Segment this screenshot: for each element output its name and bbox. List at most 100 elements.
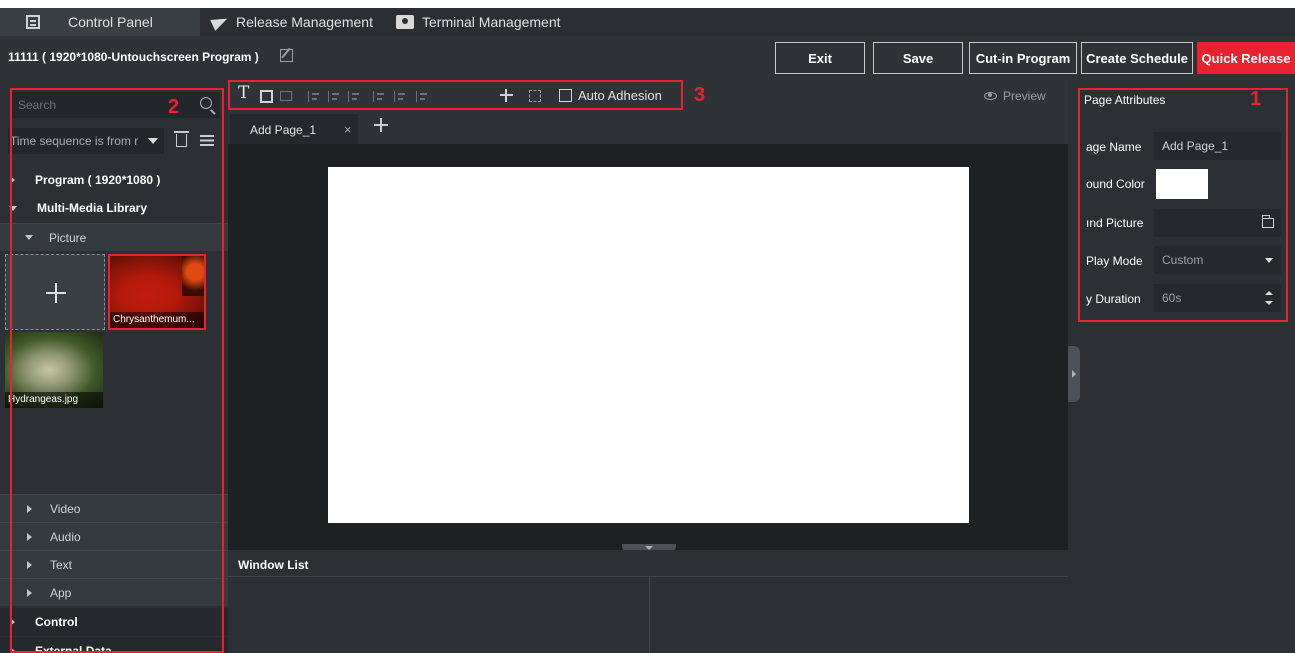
expand-icon bbox=[27, 532, 32, 541]
align-center-icon[interactable] bbox=[328, 91, 340, 102]
tree-item-picture-label: Picture bbox=[49, 230, 87, 245]
background-color-label: ound Color bbox=[1086, 177, 1145, 191]
tab-control-panel[interactable]: Control Panel bbox=[0, 8, 200, 36]
time-sequence-value: Time sequence is from r bbox=[10, 134, 139, 148]
tree-item-audio[interactable]: Audio bbox=[0, 522, 228, 550]
create-schedule-button[interactable]: Create Schedule bbox=[1081, 42, 1193, 74]
auto-adhesion-checkbox[interactable] bbox=[559, 89, 572, 102]
media-thumbnail-label: Hydrangeas.jpg bbox=[5, 392, 103, 408]
tab-terminal-management-label: Terminal Management bbox=[422, 14, 561, 30]
cut-in-program-button[interactable]: Cut-in Program bbox=[969, 42, 1077, 74]
window-tool-icon[interactable] bbox=[260, 90, 273, 103]
window-list-divider bbox=[649, 576, 650, 653]
close-icon[interactable]: × bbox=[344, 122, 352, 137]
time-sequence-dropdown[interactable]: Time sequence is from r bbox=[8, 128, 164, 154]
align-bottom-icon[interactable] bbox=[416, 91, 428, 102]
search-placeholder: Search bbox=[18, 98, 57, 112]
tree-item-app-label: App bbox=[50, 585, 72, 600]
search-input[interactable]: Search bbox=[10, 92, 220, 118]
play-duration-label: y Duration bbox=[1086, 292, 1141, 306]
align-top-icon[interactable] bbox=[373, 91, 385, 102]
tree-item-program[interactable]: Program ( 1920*1080 ) bbox=[0, 166, 228, 194]
expand-icon bbox=[10, 647, 15, 653]
page-tabs-bar: Add Page_1 × bbox=[228, 112, 1068, 144]
tree-item-app[interactable]: App bbox=[0, 578, 228, 606]
play-mode-dropdown[interactable]: Custom bbox=[1154, 246, 1281, 274]
chevron-down-icon bbox=[148, 138, 158, 144]
window-list-title: Window List bbox=[238, 558, 309, 572]
play-duration-stepper[interactable]: 60s bbox=[1154, 284, 1281, 312]
save-button[interactable]: Save bbox=[873, 42, 963, 74]
eye-icon bbox=[984, 92, 997, 100]
widget-tool-icon[interactable] bbox=[280, 91, 292, 101]
expand-icon bbox=[10, 618, 15, 626]
exit-button[interactable]: Exit bbox=[775, 42, 865, 74]
collapse-icon bbox=[9, 205, 17, 211]
left-panel: Search Time sequence is from r Program (… bbox=[0, 80, 228, 653]
side-collapse-handle[interactable] bbox=[1068, 346, 1080, 402]
move-icon[interactable] bbox=[500, 89, 513, 102]
media-thumbnail[interactable]: Chrysanthemum... bbox=[108, 254, 206, 330]
background-color-swatch[interactable] bbox=[1156, 169, 1208, 199]
window-list-body bbox=[228, 576, 1068, 653]
top-tab-bar: Control Panel Release Management Termina… bbox=[0, 0, 1295, 36]
top-tab-bar-background: Control Panel Release Management Termina… bbox=[0, 8, 1295, 36]
preview-label: Preview bbox=[1003, 89, 1046, 103]
tree-item-external-data[interactable]: External Data bbox=[0, 637, 228, 653]
trash-icon[interactable] bbox=[174, 131, 189, 147]
tab-release-management-label: Release Management bbox=[236, 14, 373, 30]
program-header: 11111 ( 1920*1080-Untouchscreen Program … bbox=[0, 36, 1295, 80]
tree-item-control-label: Control bbox=[35, 615, 78, 629]
tree-item-text-label: Text bbox=[50, 557, 73, 572]
media-thumbnail-label: Chrysanthemum... bbox=[110, 312, 204, 328]
page-name-field[interactable]: Add Page_1 bbox=[1154, 132, 1281, 160]
collapse-icon bbox=[25, 235, 33, 240]
tree-item-video[interactable]: Video bbox=[0, 494, 228, 522]
tree-item-video-label: Video bbox=[50, 501, 81, 516]
preview-button[interactable]: Preview bbox=[984, 89, 1046, 103]
tab-add-page-1[interactable]: Add Page_1 × bbox=[230, 114, 358, 144]
page-attributes-title: Page Attributes bbox=[1084, 93, 1166, 107]
play-duration-value: 60s bbox=[1162, 291, 1182, 305]
add-media-button[interactable] bbox=[5, 254, 105, 330]
page-name-label: age Name bbox=[1086, 140, 1142, 154]
auto-adhesion-label: Auto Adhesion bbox=[578, 88, 662, 103]
tab-release-management[interactable]: Release Management bbox=[210, 8, 390, 36]
panel-icon bbox=[26, 15, 40, 29]
page-canvas[interactable] bbox=[328, 167, 969, 523]
align-middle-icon[interactable] bbox=[394, 91, 406, 102]
edit-icon[interactable] bbox=[280, 49, 293, 62]
background-picture-field[interactable] bbox=[1154, 209, 1281, 237]
list-icon[interactable] bbox=[200, 135, 214, 146]
align-left-icon[interactable] bbox=[308, 91, 320, 102]
align-right-icon[interactable] bbox=[348, 91, 360, 102]
tree-item-text[interactable]: Text bbox=[0, 550, 228, 578]
annotation-number-1: 1 bbox=[1250, 88, 1262, 110]
terminal-icon bbox=[396, 15, 414, 29]
quick-release-button[interactable]: Quick Release bbox=[1197, 42, 1295, 74]
tab-terminal-management[interactable]: Terminal Management bbox=[396, 8, 586, 36]
play-mode-value: Custom bbox=[1162, 253, 1204, 267]
tree-item-picture[interactable]: Picture bbox=[0, 223, 228, 251]
folder-icon[interactable] bbox=[1261, 215, 1274, 228]
annotation-number-2: 2 bbox=[168, 96, 180, 118]
fit-screen-icon[interactable] bbox=[529, 90, 541, 102]
spinner-icon[interactable] bbox=[1265, 291, 1273, 305]
tree-item-multimedia-library[interactable]: Multi-Media Library bbox=[0, 194, 228, 222]
page-tab-label: Add Page_1 bbox=[250, 123, 317, 137]
expand-icon bbox=[27, 560, 32, 569]
tree-item-library-label: Multi-Media Library bbox=[37, 201, 148, 215]
search-icon[interactable] bbox=[200, 97, 212, 109]
tree-item-control[interactable]: Control bbox=[0, 608, 228, 636]
expand-icon bbox=[10, 176, 15, 184]
media-thumbnail[interactable]: Hydrangeas.jpg bbox=[5, 332, 103, 408]
tree-item-audio-label: Audio bbox=[50, 529, 81, 544]
add-page-icon[interactable] bbox=[374, 118, 388, 132]
tree-item-program-label: Program ( 1920*1080 ) bbox=[35, 173, 161, 187]
program-title: 11111 ( 1920*1080-Untouchscreen Program … bbox=[8, 50, 259, 64]
editor-toolbar: T Auto Adhesion Preview bbox=[228, 80, 1068, 112]
canvas-area bbox=[228, 144, 1068, 552]
text-tool-icon[interactable]: T bbox=[238, 85, 254, 102]
expand-icon bbox=[27, 504, 32, 513]
annotation-number-3: 3 bbox=[694, 84, 706, 106]
